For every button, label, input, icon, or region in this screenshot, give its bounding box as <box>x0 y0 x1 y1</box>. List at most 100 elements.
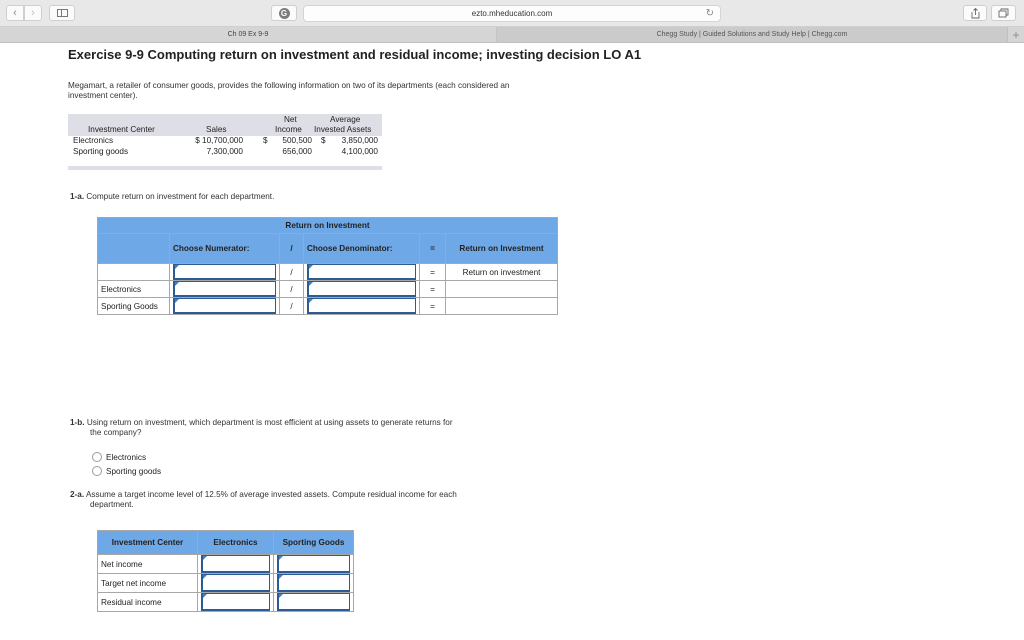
header-assets-line2: Invested Assets <box>314 125 372 134</box>
question-1b-text-line2: the company? <box>90 428 142 437</box>
question-1a: 1-a. Compute return on investment for ea… <box>70 192 274 202</box>
roi-header-divide: / <box>279 233 304 264</box>
question-2a-text-line2: department. <box>90 500 134 509</box>
electronics-roi-result[interactable] <box>445 280 558 298</box>
radio-label: Sporting goods <box>106 466 162 476</box>
net-income-electronics-input[interactable] <box>201 555 270 573</box>
row-assets-sign: $ <box>321 136 326 145</box>
roi-header-result: Return on Investment <box>445 233 558 264</box>
ri-row-net-income: Net income <box>97 554 354 574</box>
reload-icon[interactable]: ↻ <box>706 8 714 19</box>
ri-header-electronics: Electronics <box>197 530 274 555</box>
share-button[interactable] <box>963 5 987 21</box>
header-sales: Sales <box>206 125 227 134</box>
tab-ch09-ex9-9[interactable]: Ch 09 Ex 9-9 <box>0 27 497 42</box>
sidebar-icon <box>56 9 68 17</box>
roi-header-blank <box>97 233 170 264</box>
question-1b-text-line1: Using return on investment, which depart… <box>86 418 453 427</box>
row-center: Electronics <box>73 136 114 145</box>
equals-symbol: = <box>419 280 446 298</box>
ri-header-center: Investment Center <box>97 530 198 555</box>
tab-bar: Ch 09 Ex 9-9 Chegg Study | Guided Soluti… <box>0 27 1024 43</box>
residual-income-electronics-input[interactable] <box>201 593 270 611</box>
tabs-overview-icon <box>998 8 1009 18</box>
ri-row-label: Target net income <box>97 573 198 593</box>
row-sales: $ 10,700,000 <box>195 136 243 145</box>
radio-option-electronics[interactable]: Electronics <box>92 452 146 462</box>
show-tabs-button[interactable] <box>991 5 1016 21</box>
sidebar-toggle-button[interactable] <box>49 5 75 21</box>
electronics-denominator-input[interactable] <box>307 281 416 297</box>
browser-toolbar: ‹ › G ezto.mheducation.com ↻ <box>0 0 1024 27</box>
radio-label: Electronics <box>106 452 147 462</box>
roi-row-label: Electronics <box>97 280 170 298</box>
header-assets-line1: Average <box>330 115 361 124</box>
page-title: Exercise 9-9 Computing return on investm… <box>68 47 642 62</box>
extension-button[interactable]: G <box>271 5 297 21</box>
intro-text: Megamart, a retailer of consumer goods, … <box>68 81 510 100</box>
sporting-numerator-input[interactable] <box>173 298 276 314</box>
question-2a: 2-a. Assume a target income level of 12.… <box>70 490 520 510</box>
header-investment-center: Investment Center <box>88 125 155 134</box>
radio-button[interactable] <box>92 452 102 462</box>
radio-option-sporting-goods[interactable]: Sporting goods <box>92 466 161 476</box>
question-1a-label: 1-a. <box>70 192 85 201</box>
target-income-electronics-input[interactable] <box>201 574 270 592</box>
roi-result-label: Return on investment <box>445 263 558 281</box>
share-icon <box>971 7 979 18</box>
url-text: ezto.mheducation.com <box>471 9 553 18</box>
ri-header-sporting-goods: Sporting Goods <box>273 530 354 555</box>
question-1a-text: Compute return on investment for each de… <box>86 192 275 201</box>
header-net-income-line2: Income <box>275 125 302 134</box>
sporting-roi-result[interactable] <box>445 297 558 315</box>
ri-row-target-net-income: Target net income <box>97 573 354 593</box>
equals-symbol: = <box>419 297 446 315</box>
roi-row-label: Sporting Goods <box>97 297 170 315</box>
question-2a-text-line1: Assume a target income level of 12.5% of… <box>85 490 457 499</box>
roi-row-formula: / = Return on investment <box>97 263 558 281</box>
question-1b: 1-b. Using return on investment, which d… <box>70 418 520 438</box>
formula-denominator-select[interactable] <box>307 264 416 280</box>
target-income-sporting-input[interactable] <box>277 574 350 592</box>
chevron-right-icon: › <box>31 7 35 19</box>
residual-income-table: Investment Center Electronics Sporting G… <box>97 530 354 612</box>
data-row-electronics: Electronics $ 10,700,000 $ 500,500 $ 3,8… <box>68 136 382 147</box>
roi-row-label <box>97 263 170 281</box>
formula-numerator-select[interactable] <box>173 264 276 280</box>
divide-symbol: / <box>279 280 304 298</box>
ri-row-label: Net income <box>97 554 198 574</box>
new-tab-button[interactable]: + <box>1007 27 1024 42</box>
grammarly-icon: G <box>278 7 290 19</box>
row-center: Sporting goods <box>73 147 129 156</box>
roi-table: Return on Investment Choose Numerator: /… <box>97 217 558 315</box>
roi-header-equals: = <box>419 233 446 264</box>
roi-row-electronics: Electronics / = <box>97 280 558 298</box>
row-assets: 3,850,000 <box>341 136 378 145</box>
net-income-sporting-input[interactable] <box>277 555 350 573</box>
forward-button[interactable]: › <box>24 5 42 21</box>
equals-symbol: = <box>419 263 446 281</box>
roi-header-denominator: Choose Denominator: <box>303 233 420 264</box>
electronics-numerator-input[interactable] <box>173 281 276 297</box>
address-bar[interactable]: ezto.mheducation.com ↻ <box>303 5 721 22</box>
roi-table-title: Return on Investment <box>97 217 558 234</box>
residual-income-sporting-input[interactable] <box>277 593 350 611</box>
row-net-income: 656,000 <box>282 147 312 156</box>
row-net-income: 500,500 <box>282 136 312 145</box>
roi-row-sporting-goods: Sporting Goods / = <box>97 297 558 315</box>
row-sales: 7,300,000 <box>206 147 243 156</box>
row-assets: 4,100,000 <box>341 147 378 156</box>
radio-button[interactable] <box>92 466 102 476</box>
row-ni-sign: $ <box>263 136 268 145</box>
ri-row-label: Residual income <box>97 592 198 612</box>
data-table-footer-band <box>68 166 382 170</box>
question-2a-label: 2-a. <box>70 490 85 499</box>
ri-row-residual-income: Residual income <box>97 592 354 612</box>
department-data-table: Investment Center Sales Net Income Avera… <box>68 114 382 170</box>
header-net-income-line1: Net <box>284 115 297 124</box>
sporting-denominator-input[interactable] <box>307 298 416 314</box>
back-button[interactable]: ‹ <box>6 5 24 21</box>
data-table-header: Investment Center Sales Net Income Avera… <box>68 114 382 136</box>
divide-symbol: / <box>279 263 304 281</box>
tab-chegg-study[interactable]: Chegg Study | Guided Solutions and Study… <box>497 27 1007 42</box>
